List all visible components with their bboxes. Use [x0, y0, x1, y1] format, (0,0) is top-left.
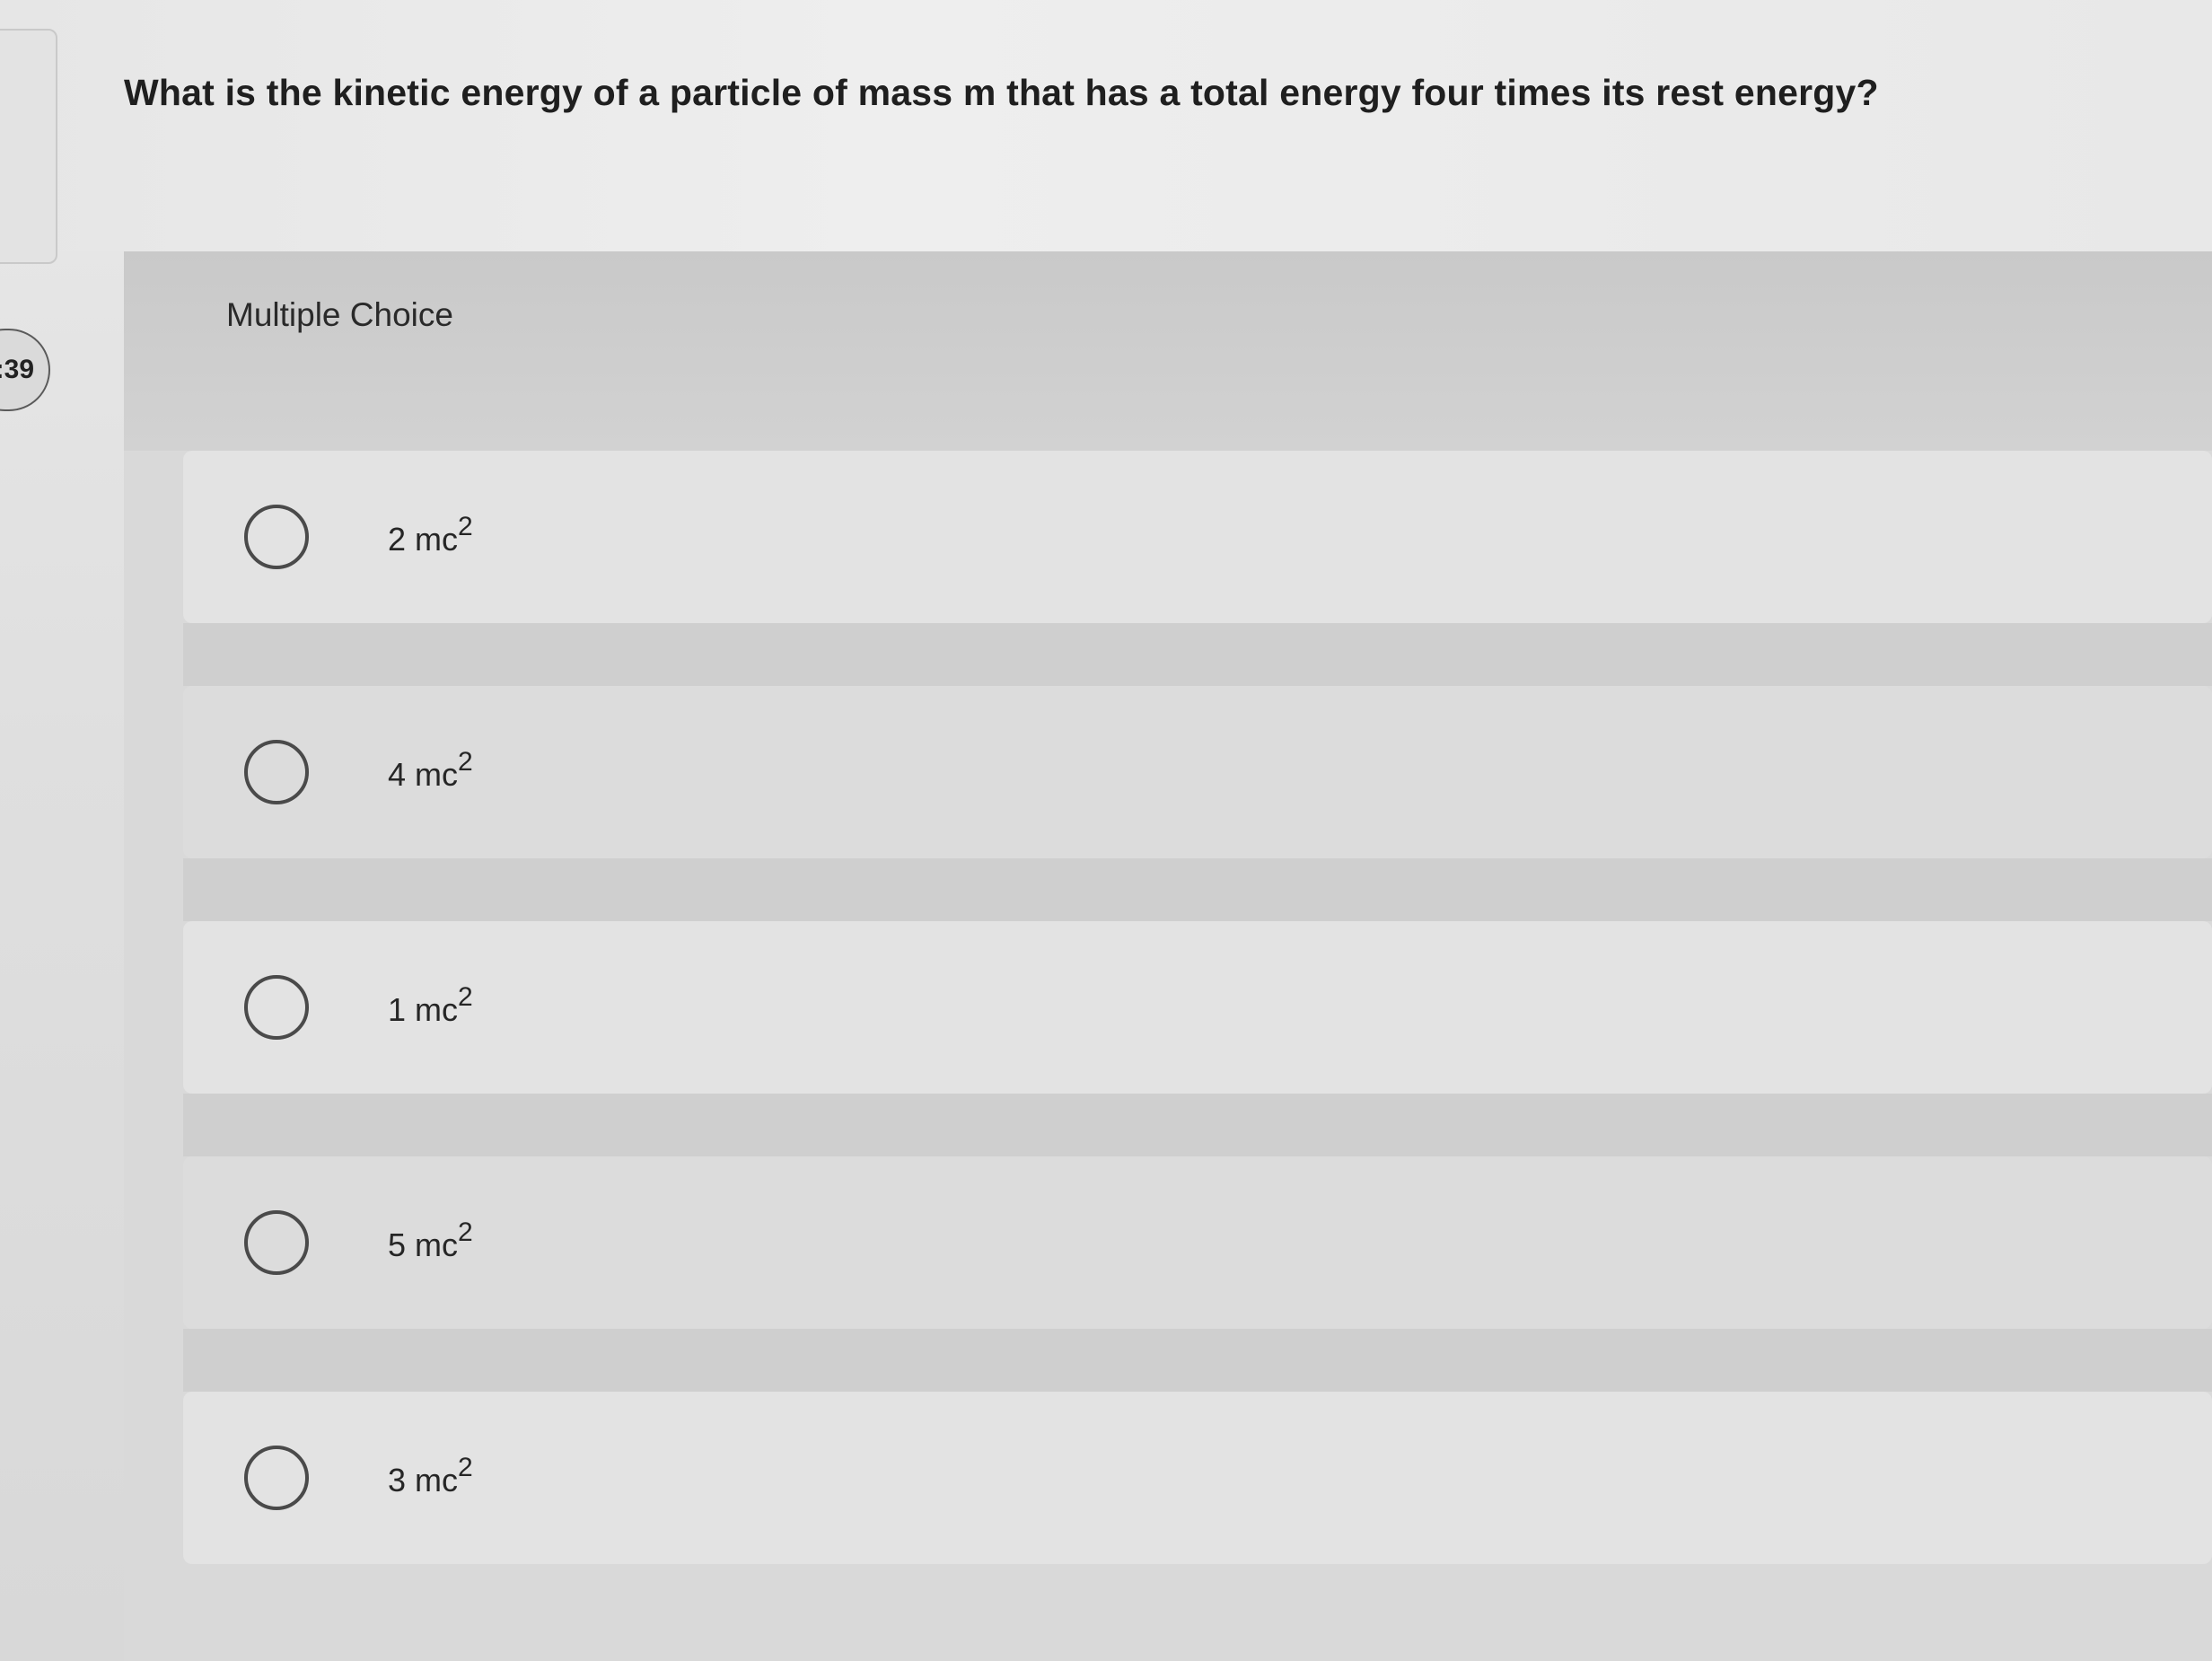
- question-text: What is the kinetic energy of a particle…: [124, 72, 1879, 113]
- page-background: :39 What is the kinetic energy of a part…: [0, 0, 2212, 1661]
- answer-option-label: 2 mc2: [388, 512, 473, 558]
- answer-option-label: 3 mc2: [388, 1453, 473, 1498]
- option-separator: [183, 623, 2212, 686]
- answer-option-label: 5 mc2: [388, 1217, 473, 1263]
- answer-option-3[interactable]: 1 mc2: [183, 921, 2212, 1094]
- question-type-header: Multiple Choice: [124, 251, 2212, 451]
- left-side-card: [0, 29, 57, 264]
- radio-button-icon[interactable]: [244, 1446, 309, 1510]
- answer-option-label: 1 mc2: [388, 982, 473, 1028]
- answer-option-1[interactable]: 2 mc2: [183, 451, 2212, 623]
- radio-button-icon[interactable]: [244, 505, 309, 569]
- question-type-label: Multiple Choice: [226, 296, 453, 333]
- timer-badge: :39: [0, 329, 50, 411]
- answer-option-2[interactable]: 4 mc2: [183, 686, 2212, 858]
- answer-option-4[interactable]: 5 mc2: [183, 1156, 2212, 1329]
- top-area: [0, 0, 2212, 251]
- option-separator: [183, 1329, 2212, 1392]
- timer-text: :39: [0, 355, 34, 384]
- option-separator: [183, 1094, 2212, 1156]
- radio-button-icon[interactable]: [244, 1210, 309, 1275]
- radio-button-icon[interactable]: [244, 975, 309, 1040]
- radio-button-icon[interactable]: [244, 740, 309, 804]
- answer-option-label: 4 mc2: [388, 747, 473, 793]
- answer-option-5[interactable]: 3 mc2: [183, 1392, 2212, 1564]
- option-separator: [183, 858, 2212, 921]
- answer-panel: Multiple Choice 2 mc2 4 mc2 1 mc2 5 mc2 …: [124, 251, 2212, 1661]
